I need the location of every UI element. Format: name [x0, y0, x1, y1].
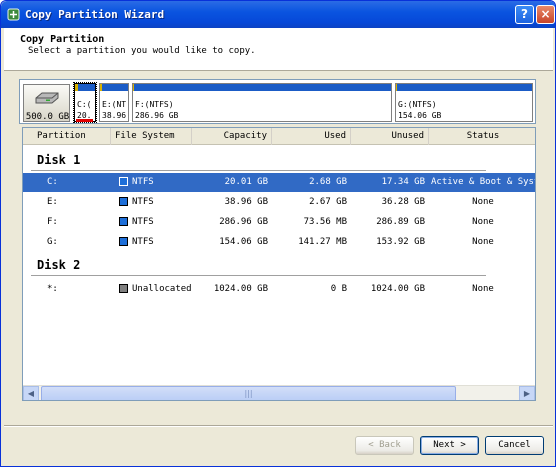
cell-status: None — [472, 284, 494, 294]
partition-label: G:(NTFS) — [398, 100, 437, 109]
cell-status: Active & Boot & System — [431, 177, 535, 187]
partition-size: 38.96 — [102, 111, 127, 120]
cell-used: 0 B — [330, 284, 347, 294]
unallocated-swatch-icon — [119, 284, 128, 293]
scrollbar-thumb[interactable]: ||| — [41, 386, 456, 400]
cell-unused: 36.28 GB — [381, 197, 425, 207]
table-row-c[interactable]: C: NTFS 20.01 GB 2.68 GB 17.34 GB Active… — [23, 173, 535, 192]
disk-2-divider — [31, 275, 486, 276]
scroll-left-icon[interactable]: ◀ — [23, 386, 39, 400]
cell-unused: 286.89 GB — [376, 217, 425, 227]
cell-capacity: 154.06 GB — [219, 237, 268, 247]
cell-file-system: NTFS — [132, 177, 154, 187]
cell-partition: *: — [47, 284, 58, 294]
partition-size: 286.96 GB — [135, 111, 179, 120]
cell-capacity: 286.96 GB — [219, 217, 268, 227]
selected-partition-marker — [76, 119, 93, 122]
close-button[interactable]: × — [536, 5, 555, 24]
header-subtitle: Select a partition you would like to cop… — [28, 46, 256, 56]
disk-info[interactable]: 500.0 GB — [23, 84, 70, 122]
column-header-used[interactable]: Used — [272, 128, 351, 145]
column-header-row: Partition File System Capacity Used Unus… — [23, 128, 535, 145]
disk-1-divider — [31, 170, 486, 171]
disk-size-label: 500.0 GB — [25, 112, 70, 122]
cell-capacity: 20.01 GB — [224, 177, 268, 187]
disk-2-header: Disk 2 — [37, 258, 81, 272]
cell-file-system: NTFS — [132, 217, 154, 227]
cell-used: 141.27 MB — [298, 237, 347, 247]
cell-unused: 17.34 GB — [381, 177, 425, 187]
partition-block-c[interactable]: C:( 20. — [73, 82, 97, 123]
cell-partition: E: — [47, 197, 58, 207]
ntfs-swatch-icon — [119, 197, 128, 206]
table-row-unallocated[interactable]: *: Unallocated 1024.00 GB 0 B 1024.00 GB… — [23, 280, 535, 299]
ntfs-swatch-icon — [119, 217, 128, 226]
partition-label: E:(NT — [102, 100, 127, 109]
horizontal-scrollbar[interactable]: ◀ ||| ▶ — [23, 385, 535, 400]
partition-block-e[interactable]: E:(NT 38.96 — [99, 83, 129, 122]
cell-used: 73.56 MB — [303, 217, 347, 227]
hard-disk-icon — [35, 92, 59, 104]
partition-size: 154.06 GB — [398, 111, 442, 120]
partition-block-g[interactable]: G:(NTFS) 154.06 GB — [395, 83, 533, 122]
cell-used: 2.68 GB — [309, 177, 347, 187]
table-row-g[interactable]: G: NTFS 154.06 GB 141.27 MB 153.92 GB No… — [23, 233, 535, 252]
copy-partition-wizard-window: Copy Partition Wizard ? × Copy Partition… — [0, 0, 556, 467]
cell-partition: F: — [47, 217, 58, 227]
cell-partition: C: — [47, 177, 58, 187]
wizard-icon — [7, 8, 20, 21]
column-header-unused[interactable]: Unused — [351, 128, 429, 145]
cancel-button[interactable]: Cancel — [485, 436, 544, 455]
column-header-partition[interactable]: Partition — [23, 128, 111, 145]
title-bar[interactable]: Copy Partition Wizard ? × — [1, 1, 555, 28]
column-header-file-system[interactable]: File System — [111, 128, 192, 145]
cell-file-system: NTFS — [132, 197, 154, 207]
cell-used: 2.67 GB — [309, 197, 347, 207]
column-header-status[interactable]: Status — [429, 128, 535, 145]
cell-partition: G: — [47, 237, 58, 247]
partition-block-f[interactable]: F:(NTFS) 286.96 GB — [132, 83, 392, 122]
back-button[interactable]: < Back — [355, 436, 414, 455]
cell-capacity: 1024.00 GB — [213, 284, 268, 294]
header-title: Copy Partition — [20, 34, 105, 45]
cell-capacity: 38.96 GB — [224, 197, 268, 207]
cell-unused: 153.92 GB — [376, 237, 425, 247]
window-title: Copy Partition Wizard — [25, 8, 165, 21]
cell-status: None — [472, 217, 494, 227]
cell-file-system: Unallocated — [132, 284, 192, 294]
disk-1-header: Disk 1 — [37, 153, 81, 167]
help-button[interactable]: ? — [515, 5, 534, 24]
footer-separator — [4, 425, 553, 427]
partition-label: C:( — [77, 100, 92, 109]
cell-status: None — [472, 237, 494, 247]
cell-file-system: NTFS — [132, 237, 154, 247]
column-header-capacity[interactable]: Capacity — [192, 128, 272, 145]
table-row-f[interactable]: F: NTFS 286.96 GB 73.56 MB 286.89 GB Non… — [23, 213, 535, 232]
partition-label: F:(NTFS) — [135, 100, 174, 109]
ntfs-swatch-icon — [119, 237, 128, 246]
ntfs-swatch-icon — [119, 177, 128, 186]
next-button[interactable]: Next > — [420, 436, 479, 455]
wizard-header: Copy Partition Select a partition you wo… — [4, 28, 553, 71]
cell-unused: 1024.00 GB — [370, 284, 425, 294]
cell-status: None — [472, 197, 494, 207]
scroll-right-icon[interactable]: ▶ — [519, 386, 535, 400]
partition-list[interactable]: Partition File System Capacity Used Unus… — [22, 127, 536, 401]
table-row-e[interactable]: E: NTFS 38.96 GB 2.67 GB 36.28 GB None — [23, 193, 535, 212]
disk-map: 500.0 GB C:( 20. E:(NT 38.96 F:(NTFS) 28… — [19, 79, 536, 124]
